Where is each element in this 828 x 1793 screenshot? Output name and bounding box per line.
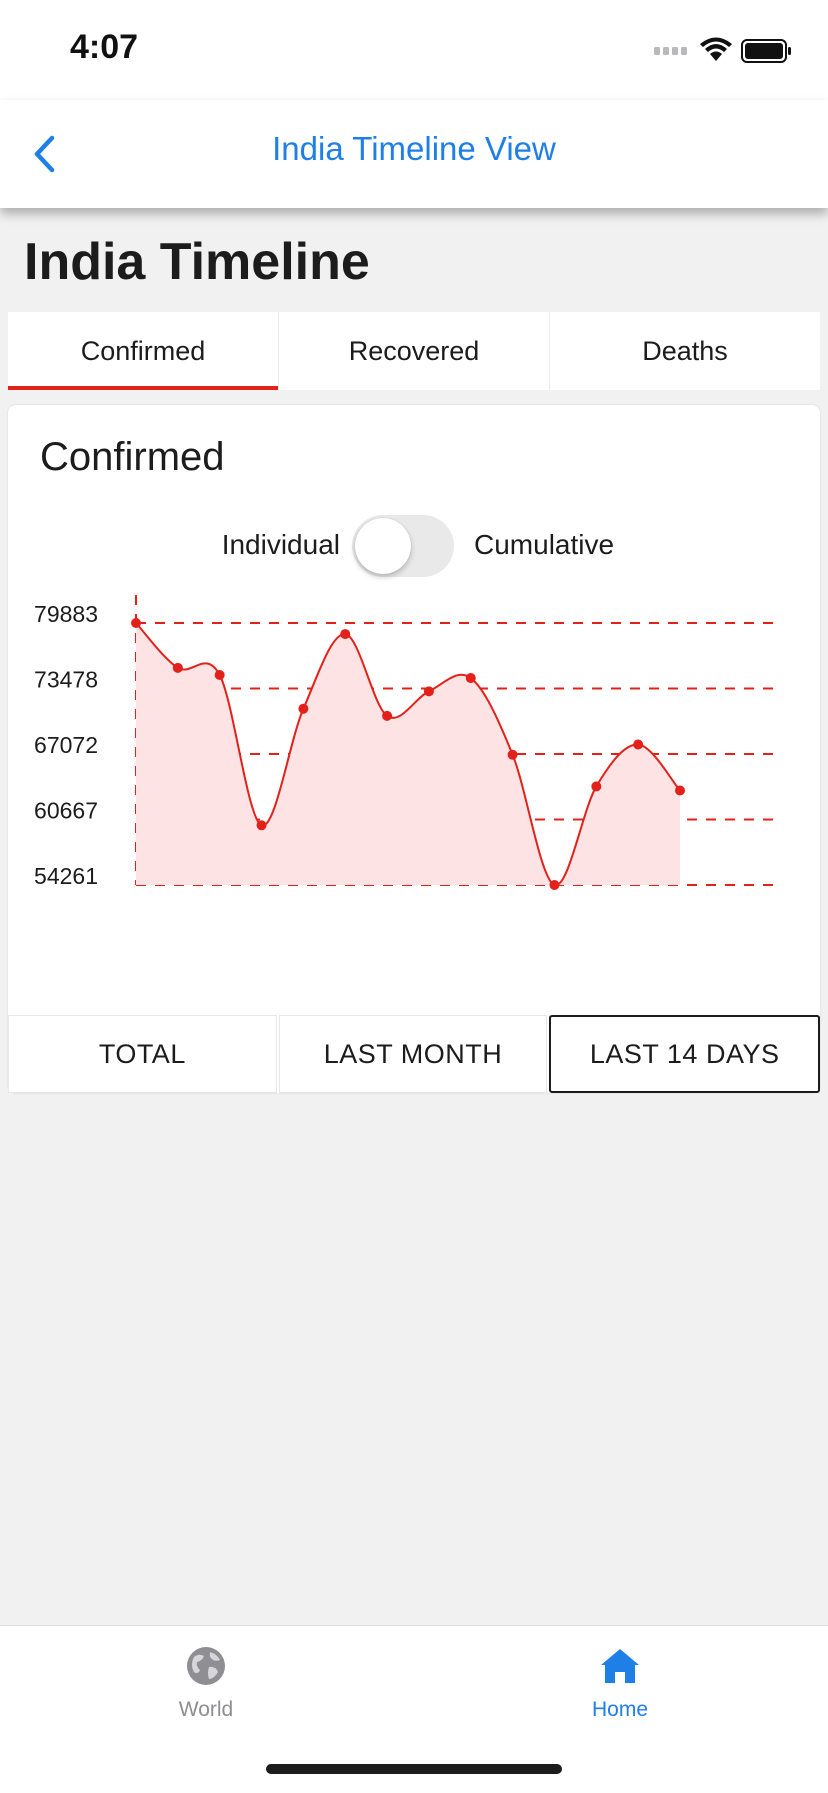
timeline-chart: 79883 73478 67072 60667 54261 [34,595,780,890]
chart-data-point [549,880,560,890]
status-icons [654,36,794,66]
globe-icon [187,1647,225,1685]
tab-bar-label-home: Home [591,1698,649,1721]
chart-data-point [131,618,141,628]
mode-toggle-row: Individual Cumulative [8,513,820,577]
chart-data-point [256,820,267,831]
status-time: 4:07 [70,28,139,66]
chart-y-tick-label: 73478 [34,667,98,693]
card-title: Confirmed [40,435,225,479]
chart-data-point [507,749,518,760]
tab-bar-label-world: World [178,1698,234,1721]
cumulative-toggle[interactable] [352,515,454,577]
chart-y-tick-label: 54261 [34,863,98,889]
range-button-total[interactable]: TOTAL [8,1015,277,1093]
chart-data-point [172,662,183,673]
chart-data-point [675,785,685,796]
chart-data-point [633,739,644,750]
battery-icon [741,39,791,63]
chart-data-point [340,629,351,640]
home-indicator [266,1764,562,1774]
tab-bar-item-home[interactable]: Home [520,1640,720,1722]
tab-confirmed[interactable]: Confirmed [8,312,279,390]
chart-y-tick-label: 60667 [34,798,98,824]
metric-tabs: Confirmed Recovered Deaths [8,312,820,390]
tab-recovered[interactable]: Recovered [279,312,550,390]
wifi-icon [700,37,732,61]
chart-card: Confirmed Individual Cumulative 79883 734… [8,405,820,1093]
chart-data-point [214,669,225,680]
tab-bar-item-world[interactable]: World [106,1640,306,1722]
chart-data-point [465,673,476,684]
chart-data-point [382,710,393,721]
range-button-last-month[interactable]: LAST MONTH [278,1015,548,1093]
cellular-signal-icon [654,47,687,55]
tab-deaths[interactable]: Deaths [550,312,820,390]
chart-y-tick-label: 79883 [34,601,98,627]
status-bar: 4:07 [0,0,828,100]
range-selector: TOTAL LAST MONTH LAST 14 DAYS [8,1015,821,1093]
toggle-label-individual: Individual [221,529,340,560]
chart-data-point [591,781,602,792]
navigation-bar: India Timeline View [0,100,828,208]
house-icon [601,1649,639,1683]
page-title: India Timeline [24,233,370,291]
range-button-last-14-days[interactable]: LAST 14 DAYS [549,1015,821,1093]
chart-data-point [423,686,434,697]
toggle-knob [355,518,411,574]
nav-title: India Timeline View [272,130,556,167]
toggle-label-cumulative: Cumulative [474,529,615,560]
chart-data-point [298,703,309,714]
chart-y-tick-label: 67072 [34,732,98,758]
